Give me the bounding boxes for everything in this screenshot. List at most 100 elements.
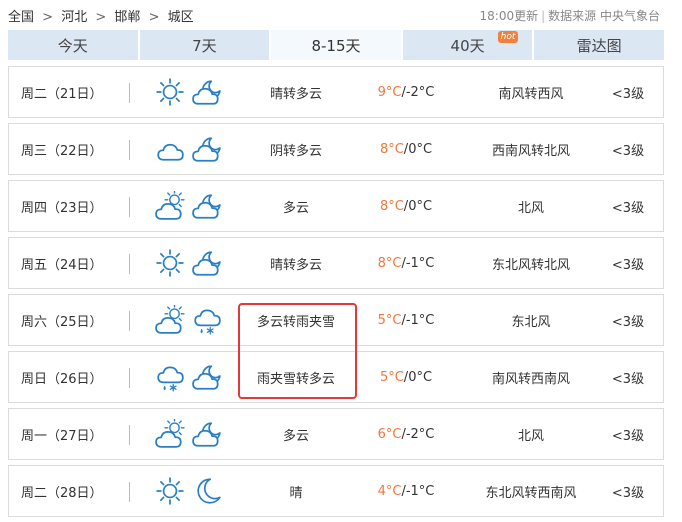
sun-cloud-icon [155,181,185,231]
forecast-row: 周六（25日） 多云转雨夹雪 5°C / -1°C 东北风 <3级 [8,294,664,346]
divider [129,425,130,445]
top-bar: 全国 > 河北 > 邯郸 > 城区 18:00更新 | 数据来源 中央气象台 [0,0,682,28]
tab-label: 8-15天 [311,36,361,55]
wind-direction: 南风转西南风 [491,371,570,387]
cloud-moon-icon [192,409,222,459]
temp-low: 0°C [408,369,433,385]
cloud-moon-icon [192,352,222,402]
wind-level: <3级 [611,485,645,501]
wind-direction: 东北风转西南风 [485,485,577,501]
divider [129,482,130,502]
forecast-row: 周三（22日） 阴转多云 8°C/0°C 西南风转北风 <3级 [8,123,664,175]
divider [129,311,130,331]
temp-low: -1°C [405,483,435,499]
forecast-row: 周一（27日） 多云 6°C / -2°C 北风 <3级 [8,408,664,460]
breadcrumb-separator: > [95,10,107,25]
forecast-row: 周五（24日） 晴转多云 8°C / -1°C 东北风转北风 <3级 [8,237,664,289]
weather-description: 晴转多云 [269,86,322,102]
wind-direction: 东北风转北风 [491,257,570,273]
breadcrumb-separator: > [148,10,160,25]
forecast-row: 周二（21日） 晴转多云 9°C / -2°C 南风转西风 <3级 [8,66,664,118]
tab-label: 今天 [57,36,88,55]
temp-high: 8°C [377,255,402,271]
temperature-range: 9°C / -2°C [377,84,435,100]
temp-low: 0°C [408,141,433,157]
update-time: 18:00更新 [479,9,539,23]
temperature-range: 4°C / -1°C [377,483,435,499]
wind-level: <3级 [611,371,645,387]
forecast-date: 周三（22日） [21,143,103,159]
forecast-date: 周五（24日） [21,257,103,273]
temperature-range: 5°C/0°C [379,369,433,385]
breadcrumb-district: 城区 [167,10,194,25]
temp-high: 9°C [377,84,402,100]
hot-badge: hot [497,31,519,43]
temp-high: 4°C [377,483,402,499]
forecast-date: 周一（27日） [21,428,103,444]
forecast-list: 周二（21日） 晴转多云 9°C / -2°C 南风转西风 <3级 周三（22日） … [8,66,664,522]
temp-high: 5°C [377,312,402,328]
weather-description: 晴 [289,485,303,501]
sun-icon [155,466,185,516]
breadcrumb-country[interactable]: 全国 [8,10,34,25]
forecast-date: 周二（28日） [21,485,103,501]
source-label: 数据来源 中央气象台 [548,9,660,23]
temp-low: -1°C [405,312,435,328]
breadcrumb-city[interactable]: 邯郸 [114,10,140,25]
moon-icon [192,466,222,516]
wind-direction: 南风转西风 [498,86,564,102]
temperature-range: 8°C/0°C [379,141,433,157]
temperature-range: 8°C / -1°C [377,255,435,271]
sleet-icon [192,295,222,345]
wind-level: <3级 [611,86,645,102]
tab-8-15-days[interactable]: 8-15天 [271,30,401,60]
breadcrumb-province[interactable]: 河北 [61,10,87,25]
divider [129,140,130,160]
divider [129,254,130,274]
sun-cloud-icon [155,295,185,345]
data-source: 18:00更新 | 数据来源 中央气象台 [479,9,660,23]
wind-direction: 北风 [517,428,544,444]
tab-label: 40天 [450,36,485,55]
wind-direction: 北风 [517,200,544,216]
wind-level: <3级 [611,257,645,273]
forecast-row: 周四（23日） 多云 8°C/0°C 北风 <3级 [8,180,664,232]
cloud-moon-icon [192,181,222,231]
forecast-date: 周四（23日） [21,200,103,216]
cloud-moon-icon [192,67,222,117]
temp-low: 0°C [408,198,433,214]
divider [129,368,130,388]
weather-description: 雨夹雪转多云 [256,371,335,387]
divider [129,197,130,217]
temp-low: -2°C [405,426,435,442]
forecast-row: 周二（28日） 晴 4°C / -1°C 东北风转西南风 <3级 [8,465,664,517]
cloud-moon-icon [192,238,222,288]
temperature-range: 6°C / -2°C [377,426,435,442]
weather-description: 多云转雨夹雪 [256,314,335,330]
forecast-date: 周六（25日） [21,314,103,330]
cloud-icon [155,124,185,174]
wind-direction: 东北风 [511,314,551,330]
wind-level: <3级 [611,314,645,330]
tab-40-days[interactable]: 40天 hot [402,30,533,60]
breadcrumb: 全国 > 河北 > 邯郸 > 城区 [8,6,198,25]
temp-high: 5°C [379,369,404,385]
temperature-range: 5°C / -1°C [377,312,435,328]
weather-description: 多云 [282,200,309,216]
wind-level: <3级 [611,200,645,216]
weather-description: 晴转多云 [269,257,322,273]
sleet-icon [155,352,185,402]
breadcrumb-separator: > [42,10,54,25]
forecast-tabs: 今天 7天 8-15天 40天 hot 雷达图 [8,30,664,60]
weather-description: 阴转多云 [269,143,322,159]
tab-label: 7天 [192,36,217,55]
tab-today[interactable]: 今天 [8,30,138,60]
tab-radar[interactable]: 雷达图 [534,30,664,60]
temperature-range: 8°C/0°C [379,198,433,214]
temp-low: -2°C [405,84,435,100]
sun-icon [155,238,185,288]
tab-7-days[interactable]: 7天 [139,30,270,60]
wind-level: <3级 [611,143,645,159]
weather-description: 多云 [282,428,309,444]
forecast-row: 周日（26日） 雨夹雪转多云 5°C/0°C 南风转西南风 <3级 [8,351,664,403]
